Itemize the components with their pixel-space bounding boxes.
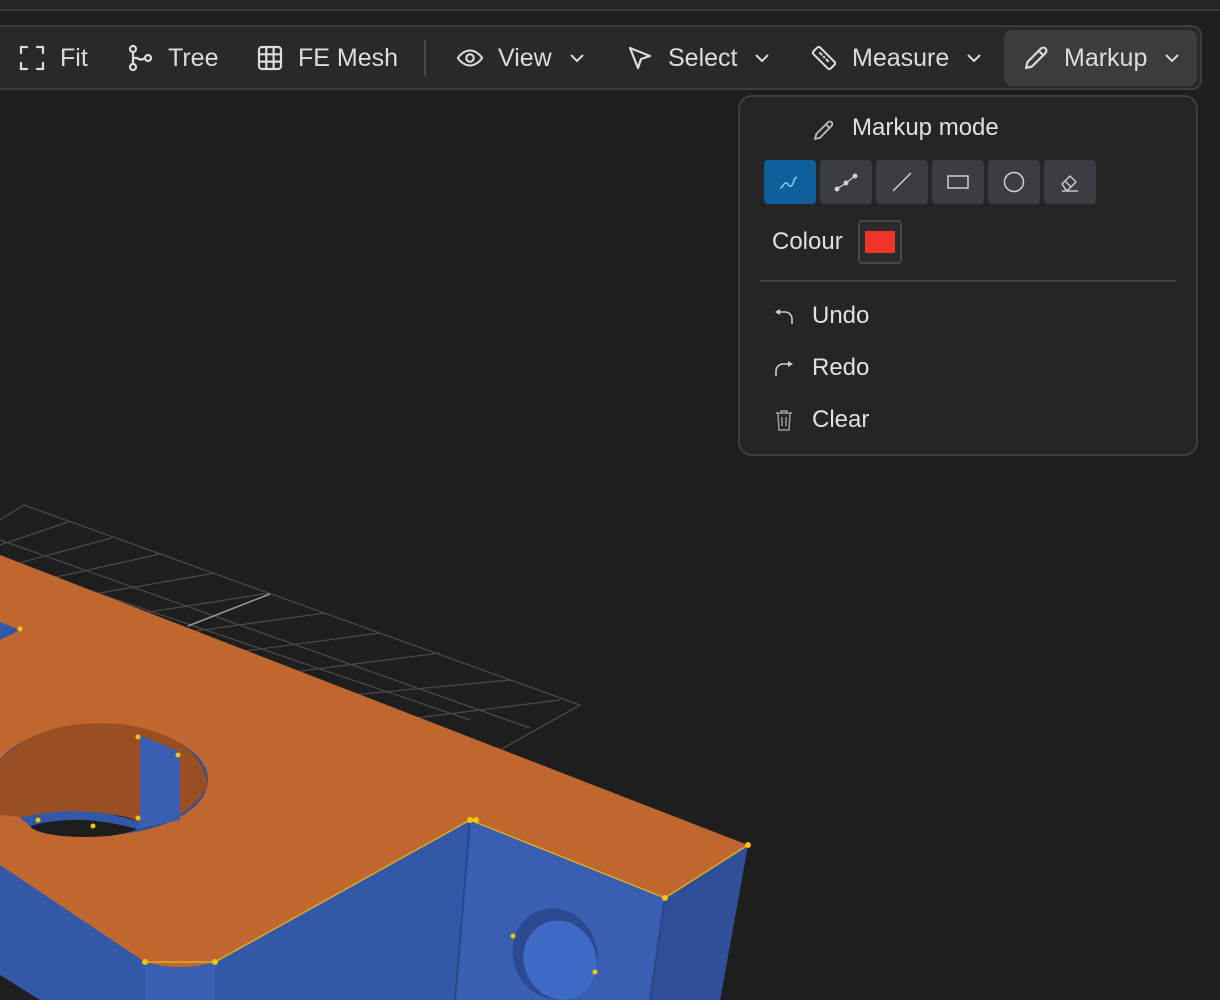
select-label: Select [668, 43, 738, 72]
fe-mesh-label: FE Mesh [298, 43, 399, 72]
colour-swatch-fill [865, 231, 895, 253]
view-label: View [498, 43, 552, 72]
polyline-tool[interactable] [820, 160, 872, 204]
grid-icon [256, 44, 284, 72]
markup-label: Markup [1064, 43, 1148, 72]
view-button[interactable]: View [456, 30, 586, 86]
line-tool[interactable] [876, 160, 928, 204]
window-top-border [0, 0, 1220, 11]
line-icon [892, 172, 912, 192]
tree-label: Tree [168, 43, 219, 72]
clear-label: Clear [812, 406, 870, 433]
polyline-icon [834, 173, 858, 192]
rectangle-icon [947, 175, 969, 189]
rectangle-tool[interactable] [932, 160, 984, 204]
eraser-icon [1061, 175, 1078, 192]
fit-icon [18, 44, 46, 72]
tree-icon [126, 44, 154, 72]
circle-icon [1003, 171, 1025, 193]
redo-menu-item[interactable]: Redo [770, 346, 1190, 390]
ruler-icon [810, 44, 838, 72]
circle-tool[interactable] [988, 160, 1040, 204]
chevron-down-icon [1163, 49, 1181, 67]
redo-label: Redo [812, 354, 870, 381]
fit-button[interactable]: Fit [18, 30, 88, 86]
freehand-icon [779, 176, 798, 189]
fe-mesh-button[interactable]: FE Mesh [256, 30, 398, 86]
undo-icon [770, 302, 798, 330]
trash-icon [770, 406, 798, 434]
clear-menu-item[interactable]: Clear [770, 398, 1190, 442]
pencil-icon [812, 118, 836, 142]
redo-icon [770, 354, 798, 382]
colour-swatch[interactable] [858, 220, 902, 264]
cursor-icon [626, 44, 654, 72]
undo-menu-item[interactable]: Undo [770, 294, 1190, 338]
chevron-down-icon [568, 49, 586, 67]
markup-button[interactable]: Markup [1004, 30, 1197, 86]
toolbar-separator [424, 40, 426, 76]
measure-button[interactable]: Measure [810, 30, 983, 86]
fit-label: Fit [60, 43, 88, 72]
chevron-down-icon [753, 49, 771, 67]
tree-button[interactable]: Tree [126, 30, 218, 86]
menu-divider [760, 280, 1176, 282]
pencil-icon [1022, 44, 1050, 72]
eraser-tool[interactable] [1044, 160, 1096, 204]
eye-icon [456, 44, 484, 72]
select-button[interactable]: Select [626, 30, 771, 86]
markup-mode-title: Markup mode [852, 114, 999, 141]
undo-label: Undo [812, 302, 870, 329]
measure-label: Measure [852, 43, 950, 72]
colour-label: Colour [772, 228, 843, 255]
freehand-tool[interactable] [764, 160, 816, 204]
chevron-down-icon [965, 49, 983, 67]
